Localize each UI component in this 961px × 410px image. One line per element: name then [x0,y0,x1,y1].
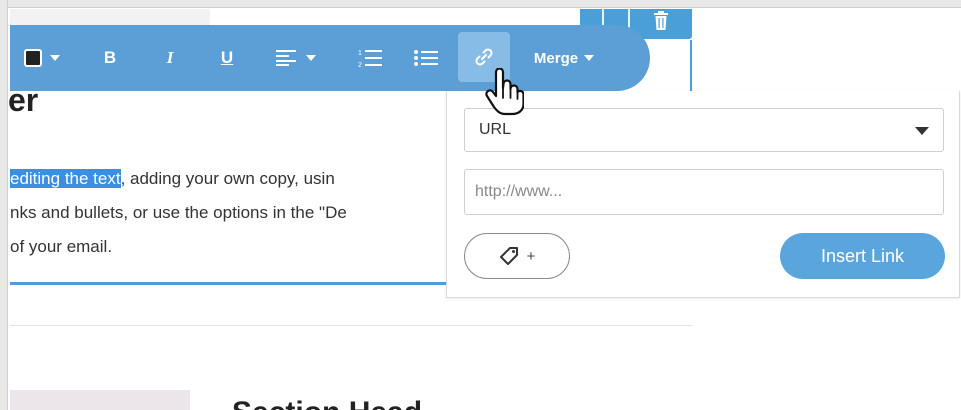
editor-frame-left [0,0,8,410]
section-heading: Section Head [232,396,422,410]
trash-icon [654,11,668,30]
block-body-text[interactable]: editing the text, adding your own copy, … [10,162,347,264]
image-placeholder [10,390,190,410]
svg-text:2: 2 [358,62,362,68]
section-divider [10,325,692,326]
svg-text:1: 1 [358,50,362,57]
italic-label: I [166,48,174,67]
color-swatch-icon [24,49,42,67]
insert-link-button[interactable]: Insert Link [780,233,945,279]
bold-button[interactable]: B [96,25,124,91]
text-color-button[interactable] [18,25,66,91]
hand-pointer-icon [485,68,524,116]
merge-tags-button[interactable]: Merge [524,25,604,91]
body-line-1: editing the text, adding your own copy, … [10,162,347,196]
link-icon [475,48,493,66]
italic-button[interactable]: I [156,25,184,91]
bullet-list-button[interactable] [410,25,442,91]
underline-label: U [220,48,234,67]
underline-button[interactable]: U [212,25,242,91]
ordered-list-button[interactable]: 1 2 [354,25,386,91]
add-tag-label: + [526,247,536,265]
chevron-down-icon [306,55,316,61]
text-format-toolbar: B I U 1 2 Merge [10,25,650,91]
chevron-down-icon [50,55,60,61]
merge-label: Merge [533,49,579,67]
ordered-list-icon: 1 2 [358,50,382,68]
body-line-1-rest: , adding your own copy, usin [120,169,335,188]
editor-frame-top [0,0,961,8]
align-button[interactable] [266,25,326,91]
url-input[interactable] [464,169,944,215]
body-line-3: of your email. [10,237,113,256]
bold-label: B [103,48,117,67]
link-type-select[interactable]: URL [464,108,944,152]
link-type-value: URL [479,121,512,138]
selected-text: editing the text [10,169,121,188]
body-line-2: nks and bullets, or use the options in t… [10,203,347,222]
tag-icon [499,247,518,265]
align-left-icon [276,50,296,66]
link-popup: URL + Insert Link [446,91,960,298]
delete-block-button[interactable] [650,9,672,33]
chevron-down-icon [584,55,595,61]
caret-down-icon [915,127,929,135]
merge-button-content: Merge [533,49,595,67]
bullet-list-icon [414,50,438,66]
add-tag-button[interactable]: + [464,233,570,279]
